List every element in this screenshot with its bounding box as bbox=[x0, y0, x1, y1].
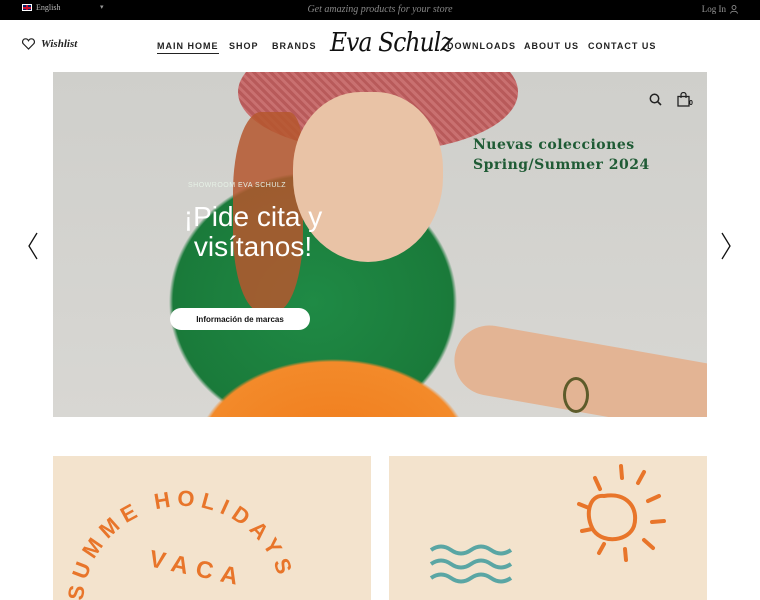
site-header: Wishlist MAIN HOME SHOP BRANDS Eva Schul… bbox=[0, 20, 760, 72]
brands-info-button[interactable]: Información de marcas bbox=[170, 308, 310, 330]
user-icon bbox=[730, 4, 738, 14]
login-label: Log In bbox=[701, 4, 726, 14]
hero-collection-note: Nuevas colecciones Spring/Summer 2024 bbox=[473, 135, 650, 175]
summer-sun-card[interactable] bbox=[389, 456, 707, 600]
hero-note-line2: Spring/Summer 2024 bbox=[473, 157, 650, 173]
svg-text:SUMME HOLIDAYS: SUMME HOLIDAYS bbox=[63, 486, 299, 600]
login-link[interactable]: Log In bbox=[702, 4, 738, 14]
nav-contact-us[interactable]: CONTACT US bbox=[588, 41, 656, 51]
summer-holidays-graphic: SUMME HOLIDAYS VACA bbox=[63, 486, 299, 600]
search-icon[interactable] bbox=[649, 93, 662, 106]
hero-title: ¡Pide cita y visítanos! bbox=[183, 201, 323, 262]
nav-about-us[interactable]: ABOUT US bbox=[524, 41, 579, 51]
hero-note-line1: Nuevas colecciones bbox=[473, 137, 635, 153]
chevron-left-icon[interactable] bbox=[27, 232, 39, 260]
nav-brands[interactable]: BRANDS bbox=[272, 41, 317, 51]
top-bar: English ▾ Get amazing products for your … bbox=[0, 0, 760, 20]
waves-icon bbox=[429, 544, 513, 584]
heart-icon bbox=[22, 38, 35, 50]
hero-image-bracelet bbox=[563, 377, 589, 413]
wishlist-label: Wishlist bbox=[41, 38, 78, 50]
wishlist-link[interactable]: Wishlist bbox=[22, 38, 77, 50]
nav-main-home[interactable]: MAIN HOME bbox=[157, 41, 219, 54]
promo-text: Get amazing products for your store bbox=[307, 4, 453, 15]
chevron-right-icon[interactable] bbox=[720, 232, 732, 260]
nav-downloads[interactable]: DOWNLOADS bbox=[447, 41, 516, 51]
nav-shop[interactable]: SHOP bbox=[229, 41, 259, 51]
hero-kicker: SHOWROOM EVA SCHULZ bbox=[188, 182, 287, 189]
summer-holidays-card[interactable]: SUMME HOLIDAYS VACA bbox=[53, 456, 371, 600]
site-logo[interactable]: Eva Schulz bbox=[330, 28, 453, 58]
svg-text:VACA: VACA bbox=[147, 545, 249, 592]
hero-slider: SHOWROOM EVA SCHULZ ¡Pide cita y visítan… bbox=[53, 72, 707, 417]
cart-count: 0 bbox=[689, 100, 693, 107]
